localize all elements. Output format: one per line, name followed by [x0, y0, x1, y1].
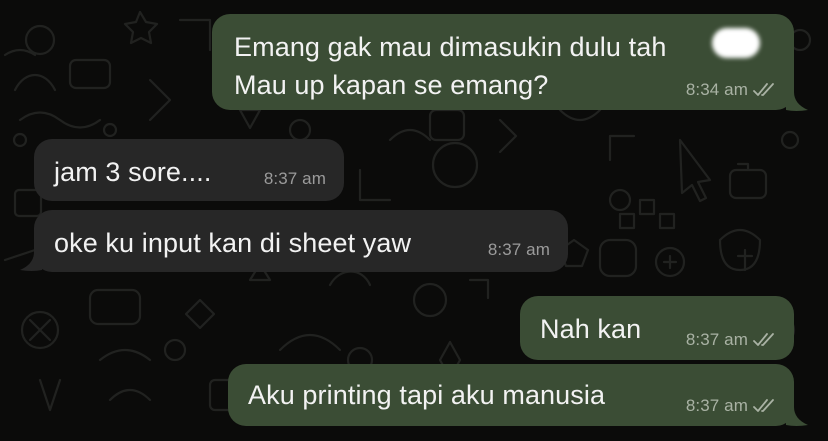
double-check-icon [752, 82, 778, 98]
message-meta: 8:34 am [686, 80, 778, 100]
message-time: 8:37 am [685, 396, 748, 415]
redaction-blob [712, 28, 760, 58]
chat-thread: Emang gak mau dimasukin dulu tah Mau up … [0, 0, 828, 441]
bubble-tail [20, 252, 42, 271]
double-check-icon [752, 398, 778, 414]
bubble-tail [786, 92, 808, 111]
message-incoming[interactable]: jam 3 sore.... 8:37 am [34, 139, 344, 201]
message-time: 8:37 am [263, 169, 326, 188]
message-meta: 8:37 am [488, 240, 550, 260]
message-text-line-1: Emang gak mau dimasukin dulu tah [234, 32, 667, 62]
message-time: 8:34 am [685, 80, 748, 99]
message-meta: 8:37 am [686, 330, 778, 350]
message-time: 8:37 am [685, 330, 748, 349]
message-time: 8:37 am [487, 240, 550, 259]
bubble-tail [786, 407, 808, 426]
message-outgoing[interactable]: Emang gak mau dimasukin dulu tah Mau up … [212, 14, 794, 110]
message-meta: 8:37 am [686, 396, 778, 416]
message-incoming[interactable]: oke ku input kan di sheet yaw 8:37 am [34, 210, 568, 272]
double-check-icon [752, 332, 778, 348]
message-outgoing[interactable]: Nah kan 8:37 am [520, 296, 794, 360]
message-outgoing[interactable]: Aku printing tapi aku manusia 8:37 am [228, 364, 794, 426]
message-meta: 8:37 am [264, 169, 326, 189]
